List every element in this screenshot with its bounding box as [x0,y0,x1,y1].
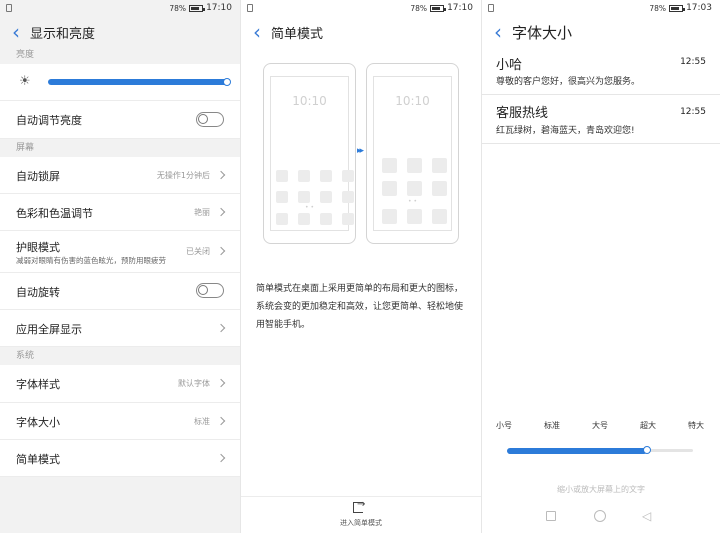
enter-simple-mode-label: 进入简单模式 [340,519,382,527]
normal-layout-preview: 10:10 • • [263,63,356,244]
auto-brightness-row[interactable]: 自动调节亮度 [0,101,240,139]
sim-icon [488,4,494,12]
section-system: 系统 [0,347,240,365]
font-size-panel: 78% 17:03 ‹ 字体大小 小哈 12:55 尊敬的客户您好，很高兴为您服… [482,0,720,533]
battery-icon [669,4,686,12]
auto-brightness-toggle[interactable] [196,112,224,127]
enter-simple-mode-button[interactable]: 进入简单模式 [241,496,481,533]
eye-care-label: 护眼模式 [16,241,60,254]
battery-percent: 78% [169,3,187,13]
message-sender: 客服热线 [496,106,549,121]
fullscreen-label: 应用全屏显示 [16,323,82,336]
font-size-value: 标准 [194,417,210,426]
battery-percent: 78% [649,3,667,13]
font-size-slider[interactable] [507,446,693,454]
message-time: 12:55 [680,107,706,117]
section-screen: 屏幕 [0,139,240,157]
navigation-bar: ◁ [482,503,720,533]
auto-lock-row[interactable]: 自动锁屏 无操作1分钟后 [0,157,240,194]
color-temp-row[interactable]: 色彩和色温调节 艳丽 [0,194,240,231]
sim-icon [247,4,253,12]
back-chevron-icon[interactable]: ‹ [245,22,269,42]
home-icon[interactable] [594,510,606,522]
brightness-slider-thumb[interactable] [223,78,231,86]
auto-lock-label: 自动锁屏 [16,170,60,183]
auto-rotate-toggle[interactable] [196,283,224,298]
back-chevron-icon[interactable]: ‹ [4,22,28,42]
preview-clock: 10:10 [292,94,327,108]
simple-layout-preview: 10:10 • • [366,63,459,244]
eye-care-value: 已关闭 [186,247,210,256]
sim-icon [6,4,12,12]
auto-rotate-label: 自动旋转 [16,286,60,299]
status-time: 17:03 [686,3,712,13]
chevron-right-icon [216,207,226,217]
simple-mode-panel: 78% 17:10 ‹ 简单模式 10:10 • • ▸▸ 10:10 • • … [241,0,481,533]
size-label-standard[interactable]: 标准 [544,420,560,431]
display-brightness-panel: 78% 17:10 ‹ 显示和亮度 亮度 ☀ 自动调节亮度 屏幕 自动锁屏 无操… [0,0,240,533]
message-sender: 小哈 [496,58,523,73]
page-title: 字体大小 [512,23,573,42]
chevron-right-icon [216,246,226,256]
message-time: 12:55 [680,57,706,67]
color-temp-value: 艳丽 [194,208,210,217]
font-size-hint: 缩小或放大屏幕上的文字 [557,485,645,494]
recent-apps-icon[interactable] [546,511,556,521]
nav-back-icon[interactable]: ◁ [642,509,651,523]
message-text: 尊敬的客户您好，很高兴为您服务。 [496,77,641,87]
preview-clock: 10:10 [395,94,430,108]
status-bar: 78% 17:10 [241,0,481,16]
page-title: 显示和亮度 [30,26,96,42]
double-arrow-icon: ▸▸ [357,146,364,156]
page-header: ‹ 简单模式 [241,18,481,46]
size-label-large[interactable]: 大号 [592,420,608,431]
section-brightness: 亮度 [0,46,240,64]
font-size-row[interactable]: 字体大小 标准 [0,403,240,440]
battery-icon [189,4,206,12]
page-header: ‹ 显示和亮度 [0,18,240,46]
message-text: 红瓦绿树，碧海蓝天，青岛欢迎您! [496,126,635,136]
font-style-label: 字体样式 [16,378,60,391]
page-title: 简单模式 [271,26,324,42]
size-label-xxlarge[interactable]: 特大 [688,420,704,431]
font-size-label: 字体大小 [16,416,60,429]
chevron-right-icon [216,170,226,180]
color-temp-label: 色彩和色温调节 [16,207,93,220]
status-time: 17:10 [447,3,473,13]
status-bar: 78% 17:10 [0,0,240,16]
simple-mode-description: 简单模式在桌面上采用更简单的布局和更大的图标，系统会变的更加稳定和高效，让您更简… [256,284,464,330]
font-size-slider-fill [507,448,647,454]
back-chevron-icon[interactable]: ‹ [486,22,510,42]
chevron-right-icon [216,416,226,426]
auto-brightness-label: 自动调节亮度 [16,114,82,127]
chevron-right-icon [216,378,226,388]
page-header: ‹ 字体大小 [482,18,720,46]
sun-icon: ☀ [19,74,31,89]
chevron-right-icon [216,453,226,463]
font-size-slider-thumb[interactable] [643,446,651,454]
battery-percent: 78% [410,3,428,13]
eye-care-sub: 减弱对眼睛有伤害的蓝色眩光，预防用眼疲劳 [16,256,166,265]
simple-mode-row[interactable]: 简单模式 [0,440,240,477]
size-label-xlarge[interactable]: 超大 [640,420,656,431]
status-time: 17:10 [206,3,232,13]
auto-lock-value: 无操作1分钟后 [156,171,210,180]
font-style-value: 默认字体 [178,379,210,388]
font-style-row[interactable]: 字体样式 默认字体 [0,365,240,403]
enter-icon [353,499,365,513]
eye-care-row[interactable]: 护眼模式 减弱对眼睛有伤害的蓝色眩光，预防用眼疲劳 已关闭 [0,231,240,273]
brightness-row: ☀ [0,64,240,101]
status-bar: 78% 17:03 [482,0,720,16]
chevron-right-icon [216,323,226,333]
simple-mode-label: 简单模式 [16,453,60,466]
battery-icon [430,4,447,12]
size-label-small[interactable]: 小号 [496,420,512,431]
fullscreen-row[interactable]: 应用全屏显示 [0,310,240,347]
auto-rotate-row[interactable]: 自动旋转 [0,273,240,310]
brightness-slider[interactable] [48,78,231,86]
